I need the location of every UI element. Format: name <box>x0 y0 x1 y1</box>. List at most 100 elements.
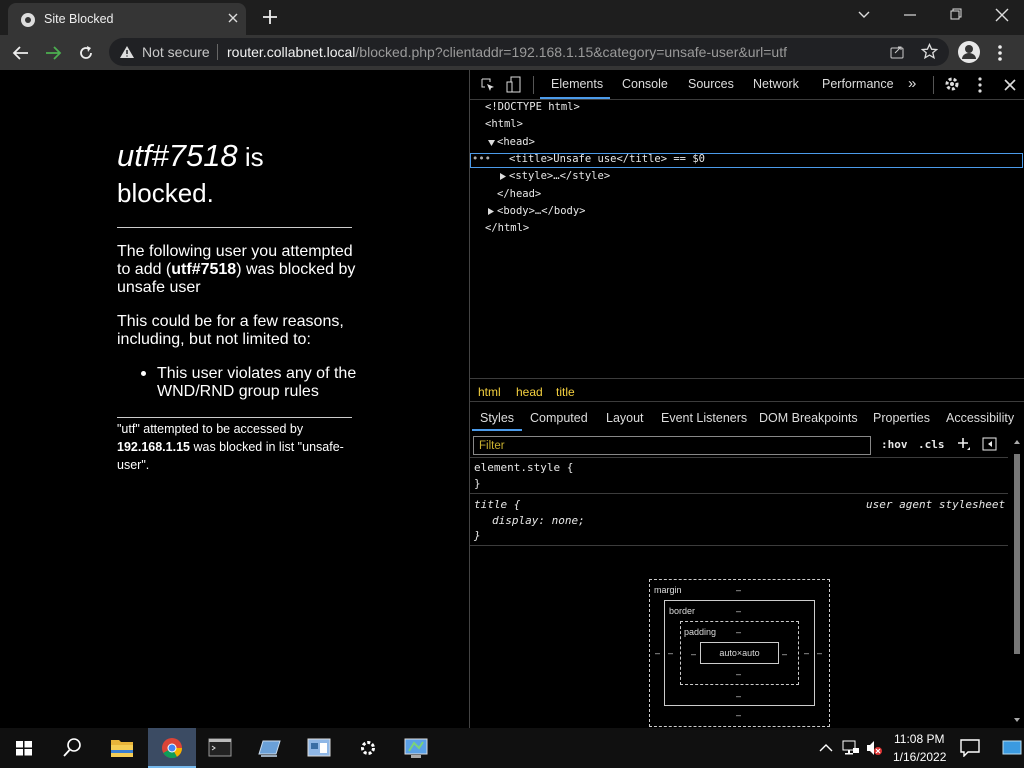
list-item: This user violates any of the WND/RND gr… <box>157 365 357 400</box>
rule-element-style[interactable]: element.style { <box>474 461 573 474</box>
tab-styles[interactable]: Styles <box>480 411 514 425</box>
new-tab-icon[interactable] <box>262 9 278 25</box>
dom-node[interactable]: <!DOCTYPE html> <box>485 101 580 113</box>
box-model-content[interactable]: auto×auto <box>700 642 779 664</box>
close-window-icon[interactable] <box>994 5 1010 25</box>
server-manager-icon[interactable] <box>245 728 293 768</box>
list-bullet <box>141 371 146 376</box>
new-rule-icon[interactable] <box>957 437 971 451</box>
taskbar: 11:08 PM 1/16/2022 <box>0 728 1024 768</box>
breadcrumb-html[interactable]: html <box>478 385 501 399</box>
styles-tabbar: Styles Computed Layout Event Listeners D… <box>470 404 1024 432</box>
divider <box>470 545 1008 546</box>
active-tab-indicator <box>540 97 610 99</box>
divider <box>117 227 352 228</box>
tab-properties[interactable]: Properties <box>873 411 930 425</box>
tab-event-listeners[interactable]: Event Listeners <box>661 411 747 425</box>
more-tabs-button[interactable]: » <box>908 75 916 92</box>
tab-search-icon[interactable] <box>856 5 872 25</box>
collapsed-triangle-icon[interactable] <box>500 173 506 180</box>
styles-scrollbar[interactable] <box>1010 434 1024 728</box>
toggle-sidebar-icon[interactable] <box>982 437 997 451</box>
breadcrumb-title[interactable]: title <box>556 385 575 399</box>
settings-gear-icon[interactable] <box>344 728 392 768</box>
profile-avatar-icon[interactable] <box>958 41 980 63</box>
filter-placeholder: Filter <box>479 440 505 452</box>
taskbar-date[interactable]: 1/16/2022 <box>893 750 946 764</box>
command-prompt-icon[interactable] <box>196 728 244 768</box>
rule-title-selector[interactable]: title { <box>474 498 520 511</box>
tab-computed[interactable]: Computed <box>530 411 588 425</box>
volume-muted-icon[interactable] <box>865 739 883 757</box>
rule-declaration[interactable]: display: none; <box>492 514 585 527</box>
expanded-triangle-icon[interactable] <box>488 140 495 146</box>
class-toggle[interactable]: .cls <box>918 438 945 451</box>
show-desktop-icon[interactable] <box>1002 740 1022 756</box>
file-explorer-icon[interactable] <box>98 728 146 768</box>
restore-icon[interactable] <box>948 5 964 25</box>
bookmark-star-icon[interactable] <box>921 43 938 60</box>
tab-sources[interactable]: Sources <box>688 77 734 91</box>
devtools-panel: Elements Console Sources Network Perform… <box>469 70 1024 728</box>
reasons-intro-paragraph: This could be for a few reasons, includi… <box>117 313 344 348</box>
dom-node[interactable]: <html> <box>485 118 523 130</box>
warning-icon[interactable] <box>119 45 135 59</box>
dom-node[interactable]: <head> <box>497 136 535 148</box>
back-icon[interactable] <box>12 44 30 62</box>
ellipsis-icon[interactable]: ••• <box>472 153 491 165</box>
footer-note: "utf" attempted to be accessed by 192.16… <box>117 422 344 472</box>
dom-node[interactable]: </html> <box>485 222 529 234</box>
url-host: router.collabnet.local <box>227 44 356 60</box>
network-icon[interactable] <box>842 739 860 757</box>
dom-node-selected[interactable]: <title>Unsafe use</title> == $0 <box>509 153 705 165</box>
tab-console[interactable]: Console <box>622 77 668 91</box>
divider <box>533 76 534 94</box>
close-devtools-icon[interactable] <box>1003 78 1017 92</box>
rule-close-brace: } <box>474 529 481 542</box>
security-label[interactable]: Not secure <box>142 44 210 60</box>
tab-dom-breakpoints[interactable]: DOM Breakpoints <box>759 411 858 425</box>
browser-tab[interactable]: Site Blocked <box>8 3 246 35</box>
network-app-icon[interactable] <box>392 728 440 768</box>
address-bar[interactable]: Not secure router.collabnet.local/blocke… <box>109 38 949 66</box>
page-content: utf#7518 is blocked. The following user … <box>0 70 469 728</box>
forward-icon[interactable] <box>44 44 62 62</box>
tab-layout[interactable]: Layout <box>606 411 644 425</box>
remote-desktop-icon[interactable] <box>295 728 343 768</box>
devtools-menu-icon[interactable] <box>978 77 982 93</box>
url-path: /blocked.php?clientaddr=192.168.1.15&cat… <box>355 44 788 60</box>
chrome-icon[interactable] <box>148 728 196 768</box>
settings-gear-icon[interactable] <box>944 76 960 92</box>
more-menu-icon[interactable] <box>997 44 1003 62</box>
share-icon[interactable] <box>889 44 905 60</box>
dom-node[interactable]: <style>…</style> <box>509 170 610 182</box>
windows-start-icon[interactable] <box>0 728 48 768</box>
divider <box>117 417 352 418</box>
taskbar-time[interactable]: 11:08 PM <box>894 732 944 746</box>
collapsed-triangle-icon[interactable] <box>488 208 494 215</box>
dom-node[interactable]: <body>…</body> <box>497 205 586 217</box>
minimize-icon[interactable] <box>902 5 918 25</box>
close-tab-icon[interactable] <box>226 11 240 25</box>
hover-state-toggle[interactable]: :hov <box>881 438 908 451</box>
search-icon[interactable] <box>48 728 96 768</box>
tab-network[interactable]: Network <box>753 77 799 91</box>
rule-close-brace: } <box>474 477 481 490</box>
tab-accessibility[interactable]: Accessibility <box>946 411 1014 425</box>
breadcrumb-head[interactable]: head <box>516 385 543 399</box>
tab-elements[interactable]: Elements <box>551 77 603 91</box>
styles-filter-input[interactable]: Filter <box>473 436 871 455</box>
devtools-toolbar: Elements Console Sources Network Perform… <box>470 70 1024 100</box>
tab-performance[interactable]: Performance <box>822 77 894 91</box>
url-text[interactable]: router.collabnet.local/blocked.php?clien… <box>227 44 787 60</box>
inspect-element-icon[interactable] <box>480 77 496 93</box>
divider <box>217 44 218 60</box>
title-bar: Site Blocked <box>0 0 1024 35</box>
device-toolbar-icon[interactable] <box>506 76 522 94</box>
tab-title: Site Blocked <box>44 12 114 26</box>
chevron-up-icon[interactable] <box>818 740 834 756</box>
heading-user: utf#7518 <box>117 138 238 173</box>
dom-node[interactable]: </head> <box>497 188 541 200</box>
notification-icon[interactable] <box>960 739 980 757</box>
reload-icon[interactable] <box>77 44 95 62</box>
